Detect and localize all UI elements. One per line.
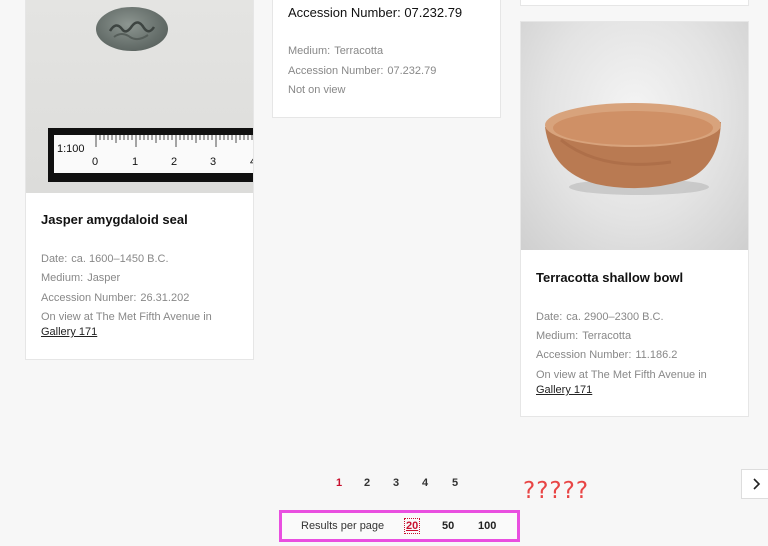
page-2-link[interactable]: 2 bbox=[360, 477, 374, 489]
object-card-07-232-79[interactable]: Accession Number: 07.232.79 Medium: Terra… bbox=[272, 0, 501, 118]
ruler-tick-label: 2 bbox=[171, 156, 178, 168]
gallery-link-wrap: Gallery 171 bbox=[536, 384, 592, 396]
object-date: Date: ca. 1600–1450 B.C. bbox=[41, 253, 169, 265]
accession-value: 11.186.2 bbox=[635, 349, 678, 361]
accession-label: Accession Number: bbox=[288, 65, 384, 77]
medium-label: Medium: bbox=[536, 330, 579, 342]
results-per-page-100[interactable]: 100 bbox=[478, 520, 496, 532]
object-accession: Accession Number: 07.232.79 bbox=[288, 65, 436, 77]
object-date: Date: ca. 2900–2300 B.C. bbox=[536, 311, 664, 323]
accession-label: Accession Number: bbox=[41, 292, 137, 304]
accession-label: Accession Number: bbox=[536, 349, 632, 361]
page-3-link[interactable]: 3 bbox=[389, 477, 403, 489]
ruler-scale-label: 1:100 bbox=[57, 143, 85, 155]
object-location: On view at The Met Fifth Avenue in bbox=[536, 369, 707, 381]
scale-ruler: 1:100 0 1 2 3 4 bbox=[48, 128, 253, 182]
chevron-right-icon bbox=[753, 478, 761, 490]
gallery-link-wrap: Gallery 171 bbox=[41, 326, 97, 338]
pagination: 1 2 3 4 5 bbox=[0, 477, 768, 493]
next-page-button[interactable] bbox=[741, 469, 768, 499]
object-medium: Medium: Terracotta bbox=[536, 330, 631, 342]
annotation-question-marks: ????? bbox=[523, 478, 590, 504]
gallery-link[interactable]: Gallery 171 bbox=[536, 384, 592, 396]
collection-results-page: 1:100 0 1 2 3 4 Jasper amygdaloid seal D… bbox=[0, 0, 768, 546]
seal-object bbox=[96, 7, 168, 51]
accession-value: 07.232.79 bbox=[387, 65, 437, 77]
gallery-link[interactable]: Gallery 171 bbox=[41, 326, 97, 338]
object-accession: Accession Number: 26.31.202 bbox=[41, 292, 189, 304]
date-value: ca. 2900–2300 B.C. bbox=[566, 311, 664, 323]
date-label: Date: bbox=[536, 311, 563, 323]
page-5-link[interactable]: 5 bbox=[448, 477, 462, 489]
page-4-link[interactable]: 4 bbox=[418, 477, 432, 489]
date-label: Date: bbox=[41, 253, 68, 265]
medium-value: Terracotta bbox=[334, 45, 384, 57]
page-1-link[interactable]: 1 bbox=[332, 477, 346, 489]
object-card-jasper-seal[interactable]: 1:100 0 1 2 3 4 Jasper amygdaloid seal D… bbox=[25, 0, 254, 360]
object-image-jasper-seal[interactable]: 1:100 0 1 2 3 4 bbox=[26, 0, 253, 193]
object-medium: Medium: Terracotta bbox=[288, 45, 383, 57]
object-image-terracotta-bowl[interactable] bbox=[521, 22, 748, 250]
object-medium: Medium: Jasper bbox=[41, 272, 120, 284]
accession-value: 26.31.202 bbox=[140, 292, 190, 304]
results-per-page-50[interactable]: 50 bbox=[442, 520, 454, 532]
object-title[interactable]: Terracotta shallow bowl bbox=[536, 270, 683, 285]
results-per-page: Results per page 20 50 100 bbox=[279, 510, 520, 542]
object-location: On view at The Met Fifth Avenue in bbox=[41, 311, 212, 323]
ruler-tick-label: 3 bbox=[210, 156, 217, 168]
object-accession: Accession Number: 11.186.2 bbox=[536, 349, 677, 361]
bowl-object bbox=[545, 103, 721, 195]
object-title[interactable]: Accession Number: 07.232.79 bbox=[288, 5, 462, 20]
results-per-page-label: Results per page bbox=[301, 520, 385, 532]
medium-value: Jasper bbox=[87, 272, 121, 284]
medium-label: Medium: bbox=[41, 272, 84, 284]
object-title[interactable]: Jasper amygdaloid seal bbox=[41, 212, 188, 227]
object-location: Not on view bbox=[288, 84, 346, 96]
ruler-tick-label: 1 bbox=[132, 156, 139, 168]
medium-label: Medium: bbox=[288, 45, 331, 57]
medium-value: Terracotta bbox=[582, 330, 632, 342]
ruler-tick-label: 4 bbox=[250, 156, 253, 168]
results-per-page-20[interactable]: 20 bbox=[403, 518, 421, 534]
object-card-above[interactable] bbox=[520, 0, 749, 6]
ruler-tick-label: 0 bbox=[92, 156, 99, 168]
date-value: ca. 1600–1450 B.C. bbox=[71, 253, 169, 265]
object-card-terracotta-bowl[interactable]: Terracotta shallow bowl Date: ca. 2900–23… bbox=[520, 21, 749, 417]
